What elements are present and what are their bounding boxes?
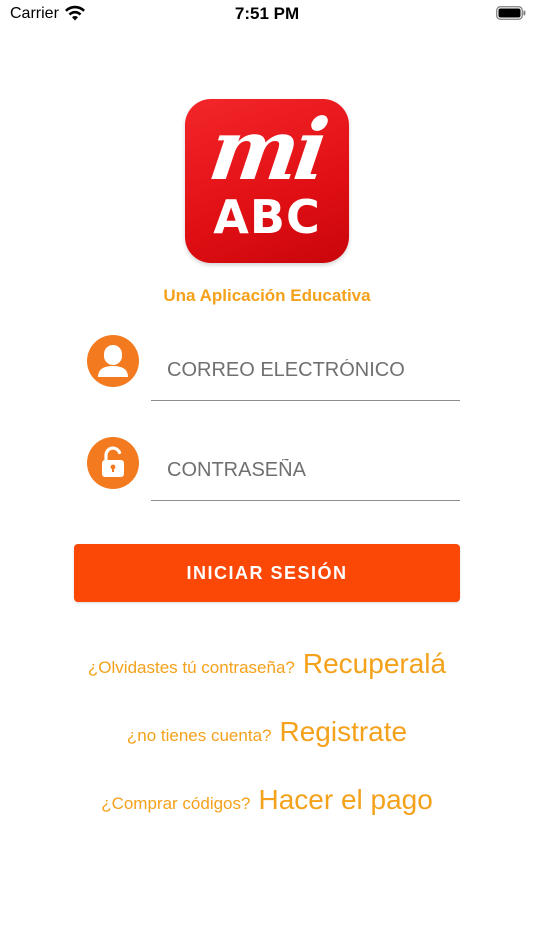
email-input[interactable]	[151, 341, 460, 401]
recover-password-prompt: ¿Olvidastes tú contraseña?	[87, 658, 295, 677]
lock-icon	[87, 437, 139, 489]
app-tagline: Una Aplicación Educativa	[163, 286, 371, 305]
buy-codes-prompt: ¿Comprar códigos?	[101, 794, 251, 813]
status-bar: Carrier 7:51 PM	[0, 0, 534, 28]
buy-codes-row: ¿Comprar códigos? Hacer el pago	[0, 784, 534, 816]
pay-link[interactable]: Hacer el pago	[258, 784, 432, 815]
user-icon	[87, 335, 139, 387]
login-button[interactable]: INICIAR SESIÓN	[74, 544, 460, 602]
register-prompt: ¿no tienes cuenta?	[126, 726, 272, 745]
register-row: ¿no tienes cuenta? Registrate	[0, 716, 534, 748]
clock: 7:51 PM	[234, 4, 300, 23]
logo-mi-text: mi	[203, 100, 331, 199]
recover-password-link[interactable]: Recuperalá	[303, 648, 446, 679]
register-link[interactable]: Registrate	[279, 716, 407, 747]
recover-password-row: ¿Olvidastes tú contraseña? Recuperalá	[0, 648, 534, 680]
password-input[interactable]	[151, 441, 460, 501]
battery-icon	[496, 6, 526, 20]
app-logo: mi ABC	[185, 99, 349, 263]
logo-abc-text: ABC	[213, 190, 321, 244]
